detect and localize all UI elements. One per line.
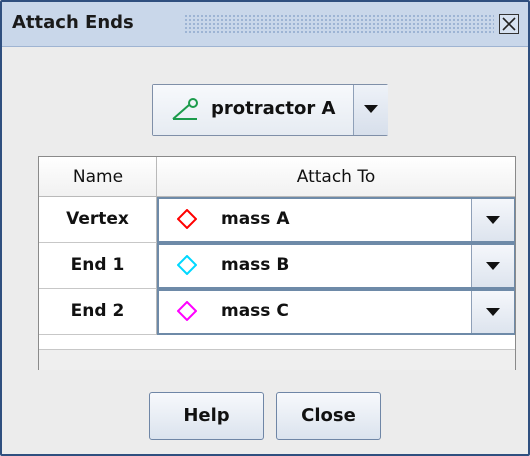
- attach-to-text: mass A: [221, 209, 290, 229]
- attach-to-dropdown[interactable]: mass B: [157, 243, 515, 289]
- attach-to-dropdown[interactable]: mass A: [157, 197, 515, 243]
- column-header-name[interactable]: Name: [39, 157, 157, 197]
- attach-to-dropdown-arrow[interactable]: [471, 245, 514, 287]
- attach-ends-dialog: Attach Ends protractor A Name Attach To …: [0, 0, 530, 456]
- object-dropdown[interactable]: protractor A: [152, 84, 388, 136]
- attach-to-text: mass C: [221, 301, 289, 321]
- row-name-cell: Vertex: [39, 197, 157, 243]
- table-footer-strip: [39, 349, 515, 370]
- table-row: Vertex mass A: [39, 197, 515, 243]
- attach-to-value[interactable]: mass C: [159, 291, 471, 333]
- object-dropdown-value[interactable]: protractor A: [153, 85, 353, 135]
- close-icon: [502, 17, 516, 31]
- help-button[interactable]: Help: [149, 392, 264, 440]
- diamond-icon: [176, 300, 198, 322]
- attach-to-value[interactable]: mass B: [159, 245, 471, 287]
- chevron-down-icon: [486, 308, 500, 316]
- table-row: End 2 mass C: [39, 289, 515, 335]
- chevron-down-icon: [486, 216, 500, 224]
- row-name-cell: End 2: [39, 289, 157, 335]
- diamond-icon: [176, 208, 198, 230]
- title-bar[interactable]: Attach Ends: [2, 2, 528, 47]
- attach-to-text: mass B: [221, 255, 290, 275]
- column-header-attach-to[interactable]: Attach To: [157, 157, 515, 197]
- attach-to-value[interactable]: mass A: [159, 199, 471, 241]
- object-dropdown-label: protractor A: [211, 98, 336, 119]
- dialog-title: Attach Ends: [12, 12, 134, 33]
- row-name-text: Vertex: [66, 209, 129, 229]
- attachments-table: Name Attach To Vertex mass A End 1 mass …: [38, 156, 516, 370]
- attach-to-dropdown-arrow[interactable]: [471, 291, 514, 333]
- attach-to-dropdown-arrow[interactable]: [471, 199, 514, 241]
- row-name-text: End 2: [70, 301, 125, 321]
- chevron-down-icon: [486, 262, 500, 270]
- title-stipple: [184, 14, 494, 34]
- chevron-down-icon: [364, 105, 378, 113]
- attach-to-dropdown[interactable]: mass C: [157, 289, 515, 335]
- protractor-icon: [167, 95, 203, 125]
- object-dropdown-arrow[interactable]: [353, 85, 388, 135]
- window-close-button[interactable]: [499, 14, 519, 34]
- table-row: End 1 mass B: [39, 243, 515, 289]
- row-name-cell: End 1: [39, 243, 157, 289]
- diamond-icon: [176, 254, 198, 276]
- close-button[interactable]: Close: [276, 392, 381, 440]
- row-name-text: End 1: [70, 255, 125, 275]
